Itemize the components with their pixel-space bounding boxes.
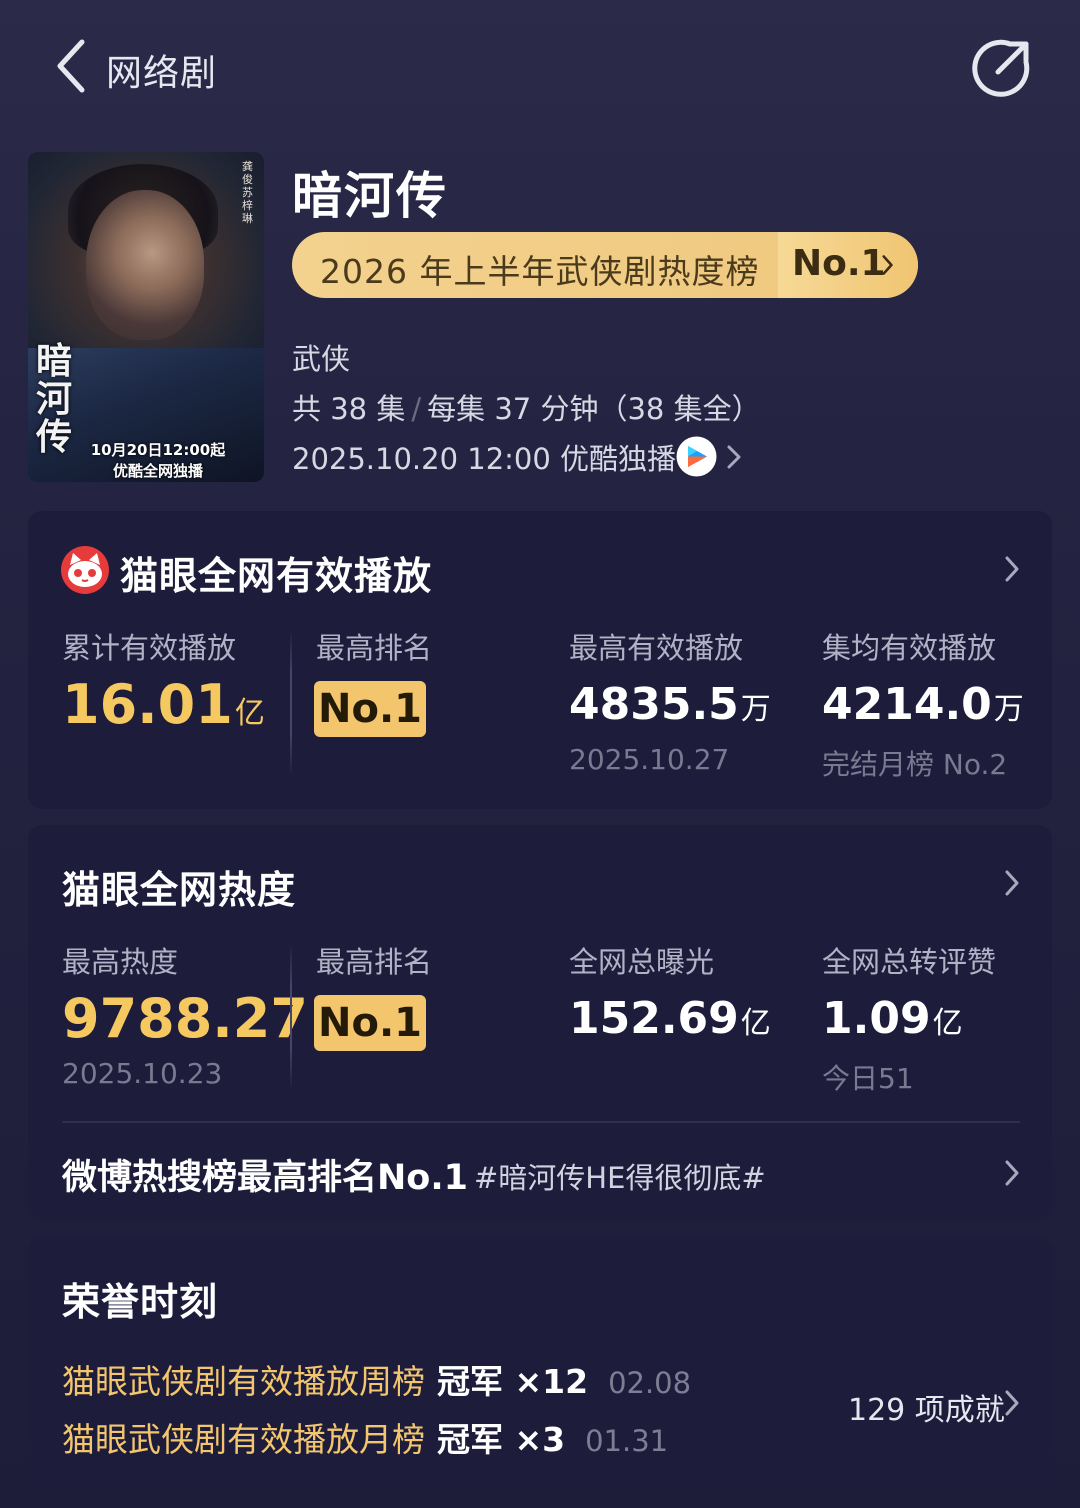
play-stats-card[interactable]: 猫眼全网有效播放 累计有效播放 16.01亿 最高排名 No.1 最高有效播放 …: [28, 511, 1052, 809]
genre: 武侠: [292, 342, 351, 376]
engage-unit: 亿: [932, 1006, 963, 1041]
achievements-link[interactable]: 129 项成就: [848, 1385, 1005, 1429]
exposure-value: 152.69亿: [569, 993, 771, 1044]
peak-heat-label: 最高热度: [62, 945, 179, 979]
share-icon[interactable]: [972, 36, 1034, 98]
exposure-label: 全网总曝光: [569, 945, 715, 979]
rank-banner[interactable]: 2026 年上半年武侠剧热度榜 No.1: [292, 232, 918, 298]
honor-item-label: 猫眼武侠剧有效播放周榜: [62, 1362, 425, 1401]
rank-badge: No.1: [314, 681, 426, 737]
engage-sub: 今日51: [822, 1062, 914, 1095]
avg-play-sub: 完结月榜 No.2: [822, 748, 1008, 781]
avg-play-label: 集均有效播放: [822, 631, 997, 665]
poster-cast-text: 龚俊 苏梓琳: [242, 160, 253, 225]
heat-rank-label: 最高排名: [316, 945, 433, 979]
heat-stats-card[interactable]: 猫眼全网热度 最高热度 9788.27 2025.10.23 最高排名 No.1…: [28, 825, 1052, 1221]
column-divider: [290, 943, 292, 1091]
honor-card[interactable]: 荣誉时刻 猫眼武侠剧有效播放周榜 冠军 ×12 02.08 猫眼武侠剧有效播放月榜冠…: [28, 1237, 1052, 1484]
airdate-chevron-icon[interactable]: [726, 444, 742, 470]
peak-play-date: 2025.10.27: [569, 743, 730, 776]
back-chevron-icon[interactable]: [52, 38, 92, 94]
rank-banner-text: 2026 年上半年武侠剧热度榜: [320, 252, 760, 291]
heat-rank-badge: No.1: [314, 995, 426, 1051]
cumulative-number: 16.01: [62, 673, 233, 736]
peak-heat-date: 2025.10.23: [62, 1057, 223, 1090]
peak-heat-value: 9788.27: [62, 987, 308, 1050]
honor-item[interactable]: 猫眼武侠剧有效播放周榜 冠军 ×12 02.08: [62, 1355, 691, 1403]
poster-face: [86, 190, 204, 340]
play-card-title: 猫眼全网有效播放: [120, 554, 433, 598]
card-divider: [62, 1121, 1020, 1123]
avg-play-unit: 万: [993, 692, 1024, 727]
avg-play-number: 4214.0: [822, 679, 992, 730]
honor-item[interactable]: 猫眼武侠剧有效播放月榜 冠军 ×3 01.31: [62, 1413, 668, 1461]
peak-play-value: 4835.5万: [569, 679, 771, 730]
heat-card-title: 猫眼全网热度: [62, 868, 297, 912]
chevron-right-icon[interactable]: [1004, 1159, 1020, 1187]
episodes-separator: /: [411, 392, 422, 426]
engage-label: 全网总转评赞: [822, 945, 997, 979]
honor-item-label: 猫眼武侠剧有效播放月榜: [62, 1420, 425, 1459]
episodes-info: 共 38 集 / 每集 37 分钟（38 集全）: [292, 386, 761, 428]
cumulative-value: 16.01亿: [62, 673, 265, 736]
honor-item-date: 01.31: [585, 1424, 669, 1458]
poster-caption: 10月20日12:00起 优酷全网独播: [58, 440, 258, 482]
honor-item-count: 冠军 ×12: [437, 1362, 589, 1401]
weibo-hashtag[interactable]: #暗河传HE得很彻底#: [474, 1155, 766, 1197]
engage-number: 1.09: [822, 993, 931, 1044]
poster-caption-line1: 10月20日12:00起: [90, 441, 226, 459]
maoyan-cat-icon: [61, 546, 109, 594]
rank-banner-no: No.1: [778, 232, 918, 298]
cumulative-unit: 亿: [234, 696, 265, 731]
chevron-right-icon: [882, 255, 893, 275]
episodes-total: 共 38 集: [292, 392, 406, 426]
youku-icon[interactable]: [676, 436, 717, 477]
honor-card-title: 荣誉时刻: [62, 1280, 219, 1324]
column-divider: [290, 629, 292, 777]
exposure-unit: 亿: [740, 1006, 771, 1041]
honor-item-date: 02.08: [608, 1366, 692, 1400]
engage-value: 1.09亿: [822, 993, 963, 1044]
rank-banner-no-text: No.1: [792, 243, 886, 284]
cumulative-label: 累计有效播放: [62, 631, 237, 665]
show-poster[interactable]: 龚俊 苏梓琳 暗河传 10月20日12:00起 优酷全网独播: [28, 152, 264, 482]
exposure-number: 152.69: [569, 993, 739, 1044]
nav-title: 网络剧: [106, 53, 218, 94]
chevron-right-icon[interactable]: [1004, 1389, 1020, 1417]
peak-play-number: 4835.5: [569, 679, 739, 730]
airdate[interactable]: 2025.10.20 12:00 优酷独播: [292, 436, 676, 478]
honor-item-count: 冠军 ×3: [437, 1420, 566, 1459]
episodes-detail: 每集 37 分钟（38 集全）: [427, 392, 761, 426]
peak-play-unit: 万: [740, 692, 771, 727]
rank-label: 最高排名: [316, 631, 433, 665]
poster-calligraphy: 暗河传: [36, 340, 73, 458]
chevron-right-icon[interactable]: [1004, 869, 1020, 897]
avg-play-value: 4214.0万: [822, 679, 1024, 730]
weibo-rank-text[interactable]: 微博热搜榜最高排名No.1: [62, 1149, 468, 1200]
poster-caption-line2: 优酷全网独播: [112, 462, 203, 480]
peak-play-label: 最高有效播放: [569, 631, 744, 665]
show-title: 暗河传: [292, 167, 448, 225]
chevron-right-icon[interactable]: [1004, 555, 1020, 583]
